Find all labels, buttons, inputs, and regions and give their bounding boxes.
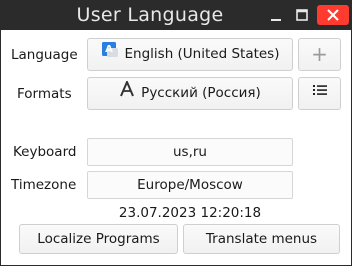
svg-text:A: A [105,44,113,55]
formats-list-button[interactable] [298,77,341,110]
maximize-icon [296,9,308,21]
add-language-button[interactable]: + [298,38,341,71]
current-datetime: 23.07.2023 12:20:18 [118,205,262,221]
minimize-button[interactable] [266,5,286,25]
keyboard-field[interactable]: us,ru [87,138,293,166]
formats-select-button[interactable]: Русский (Россия) [87,77,293,110]
language-label: Language [11,47,78,63]
language-flag-icon: A [101,39,119,69]
title-bar[interactable]: User Language [0,0,352,30]
window-title: User Language [76,4,224,26]
plus-icon: + [311,42,328,66]
timezone-field[interactable]: Europe/Moscow [87,171,293,199]
minimize-icon [271,19,281,21]
formats-value: Русский (Россия) [141,85,261,101]
keyboard-label: Keyboard [13,144,77,160]
language-select-button[interactable]: A English (United States) [87,38,293,71]
close-button[interactable] [317,5,349,25]
localize-programs-button[interactable]: Localize Programs [19,224,178,254]
letter-a-icon [119,78,135,108]
close-icon [327,9,339,21]
maximize-button[interactable] [292,5,312,25]
client-area: Language A English (United States) + For… [1,30,351,265]
timezone-label: Timezone [11,177,77,193]
user-language-window: User Language Language A English (United… [0,0,352,266]
formats-label: Formats [17,86,72,102]
list-icon [312,78,328,108]
translate-menus-button[interactable]: Translate menus [183,224,340,254]
language-value: English (United States) [124,46,280,62]
